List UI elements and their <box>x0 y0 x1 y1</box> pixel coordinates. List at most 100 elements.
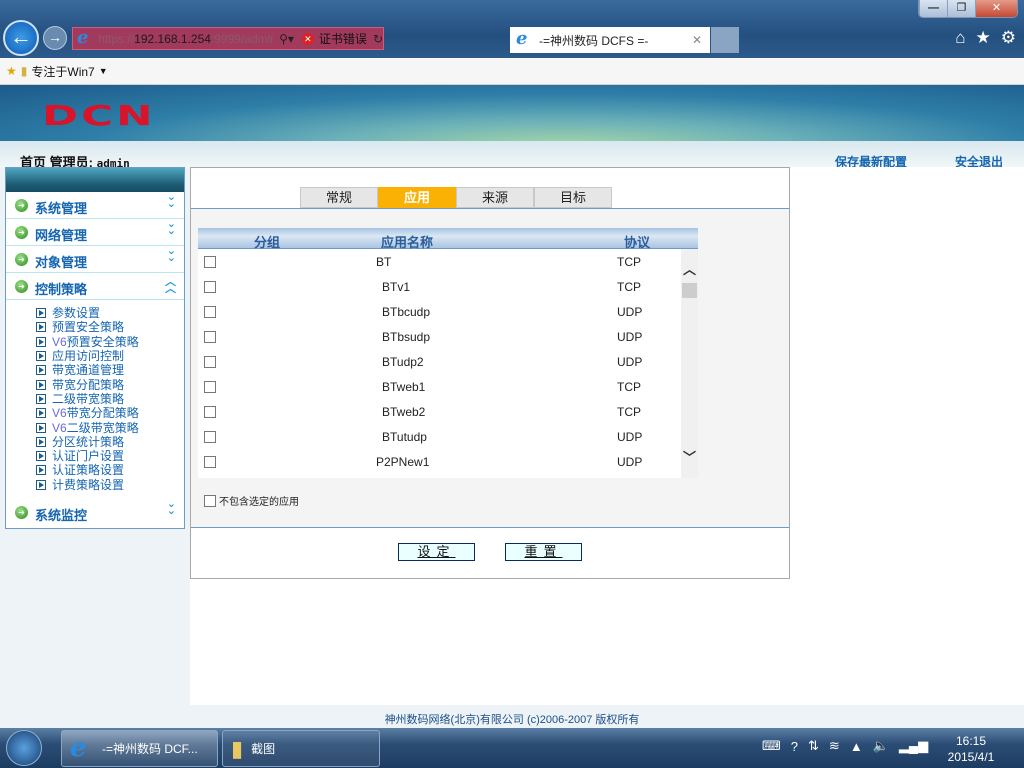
menu-control-policy[interactable]: ➜ 控制策略 ︿ ︿ <box>6 273 184 300</box>
close-tab-icon[interactable]: ✕ <box>692 33 702 47</box>
table-row: BTbcudp UDP <box>198 299 681 324</box>
submenu-item[interactable]: 认证门户设置 <box>36 449 184 463</box>
tab-source[interactable]: 来源 <box>456 187 534 208</box>
submenu-item[interactable]: 认证策略设置 <box>36 463 184 477</box>
sidebar: ➜ 系统管理 ⌄ ⌄ ➜ 网络管理 ⌄ ⌄ ➜ 对象管理 ⌄ ⌄ ➜ 控制策略 ︿ ︿ 参数设置 预置安全… <box>5 167 185 529</box>
tab-application[interactable]: 应用 <box>378 187 456 208</box>
table-row: BTweb2 TCP <box>198 399 681 424</box>
chevron-down-icon[interactable]: ⌄ ⌄ <box>167 246 176 264</box>
app-protocol: TCP <box>617 380 641 394</box>
show-hidden-icon[interactable]: ▲ <box>850 739 863 754</box>
submenu-item[interactable]: V6 二级带宽策略 <box>36 420 184 435</box>
browser-tab[interactable]: e -=神州数码 DCFS =- ✕ <box>510 27 710 53</box>
submenu-item[interactable]: V6 预置安全策略 <box>36 335 184 349</box>
submenu-item[interactable]: V6 带宽分配策略 <box>36 406 184 420</box>
submenu-item[interactable]: 计费策略设置 <box>36 478 184 492</box>
footer-copyright: 神州数码网络(北京)有限公司 (c)2006-2007 版权所有 <box>384 714 640 726</box>
menu-system-monitor[interactable]: ➜ 系统监控 ⌄ ⌄ <box>6 498 184 526</box>
signal-icon[interactable]: ▂▄▆ <box>899 738 928 754</box>
app-name: BTv1 <box>382 280 411 294</box>
play-icon <box>36 451 46 462</box>
table-row: BTudp2 UDP <box>198 349 681 374</box>
favorites-add-icon[interactable]: ★ <box>6 64 17 78</box>
row-checkbox[interactable] <box>204 406 216 418</box>
ie-icon: e <box>70 732 87 763</box>
scroll-up-icon[interactable]: ︿ <box>683 259 696 278</box>
chevron-down-icon[interactable]: ▼ <box>99 66 108 76</box>
submenu-item[interactable]: 带宽分配策略 <box>36 377 184 392</box>
table-row: BTweb1 TCP <box>198 374 681 399</box>
set-button[interactable]: 设定 <box>398 543 475 561</box>
favorites-folder[interactable]: 专注于Win7 <box>31 63 94 80</box>
url-text[interactable]: https://192.168.1.254:9999/admin/show/sy… <box>98 32 273 46</box>
folder-icon: ▮ <box>231 735 244 761</box>
tab-general[interactable]: 常规 <box>300 187 378 208</box>
start-button[interactable] <box>6 730 42 766</box>
chevron-down-icon[interactable]: ⌄ ⌄ <box>167 219 176 237</box>
home-icon[interactable]: ⌂ <box>955 28 965 48</box>
play-icon <box>36 479 46 490</box>
favorites-star-icon[interactable]: ★ <box>976 28 991 48</box>
submenu: 参数设置 预置安全策略 V6 预置安全策略 应用访问控制 带宽通道管理 带宽分配策略 二级带宽… <box>6 300 184 499</box>
network-icon[interactable]: ⇅ <box>808 738 819 754</box>
tab-destination[interactable]: 目标 <box>534 187 612 208</box>
row-checkbox[interactable] <box>204 281 216 293</box>
keyboard-icon[interactable]: ⌨ <box>762 738 781 754</box>
taskbar-ie[interactable]: e -=神州数码 DCF... <box>61 730 218 767</box>
address-bar[interactable]: e https://192.168.1.254:9999/admin/show/… <box>72 27 384 50</box>
app-protocol: UDP <box>617 330 643 344</box>
new-tab-button[interactable] <box>711 27 739 53</box>
menu-network-management[interactable]: ➜ 网络管理 ⌄ ⌄ <box>6 219 184 246</box>
play-icon <box>36 336 46 347</box>
maximize-button[interactable]: ❐ <box>947 0 975 17</box>
forward-button[interactable]: → <box>43 26 67 50</box>
chevron-down-icon[interactable]: ⌄ ⌄ <box>167 498 176 516</box>
row-checkbox[interactable] <box>204 306 216 318</box>
submenu-item[interactable]: 参数设置 <box>36 306 184 320</box>
volume-icon[interactable]: 🔈 <box>873 738 889 754</box>
scroll-down-icon[interactable]: ﹀ <box>683 447 696 466</box>
scrollbar[interactable]: ︿ ﹀ <box>681 249 698 478</box>
scrollbar-thumb[interactable] <box>682 283 697 298</box>
minimize-button[interactable]: — <box>919 0 947 17</box>
gear-icon[interactable]: ⚙ <box>1001 28 1016 48</box>
submenu-item[interactable]: 二级带宽策略 <box>36 392 184 406</box>
app-name: BTudp2 <box>382 355 424 369</box>
play-icon <box>36 379 46 390</box>
submenu-item[interactable]: 带宽通道管理 <box>36 363 184 377</box>
arrow-circle-icon: ➜ <box>15 279 28 293</box>
exclude-checkbox[interactable] <box>204 494 216 507</box>
taskbar-folder[interactable]: ▮ 截图 <box>222 730 380 767</box>
certificate-error[interactable]: ✕ 证书错误 <box>301 30 367 47</box>
tab-bar: 常规 应用 来源 目标 <box>300 187 612 208</box>
submenu-item[interactable]: 分区统计策略 <box>36 435 184 449</box>
search-icon[interactable]: ⚲▾ <box>279 32 294 46</box>
favorites-bar: ★ ▮ 专注于Win7 ▼ <box>0 58 1024 85</box>
browser-tools: ⌂ ★ ⚙ <box>955 28 1016 48</box>
app-name: BT <box>376 255 392 269</box>
menu-object-management[interactable]: ➜ 对象管理 ⌄ ⌄ <box>6 246 184 273</box>
row-checkbox[interactable] <box>204 256 216 268</box>
chevron-up-icon[interactable]: ︿ ︿ <box>165 277 176 295</box>
play-icon <box>36 351 46 362</box>
refresh-icon[interactable]: ↻ <box>373 32 383 46</box>
table-row: BT TCP <box>198 249 681 274</box>
folder-icon: ▮ <box>20 64 28 78</box>
row-checkbox[interactable] <box>204 381 216 393</box>
exclude-option: 不包含选定的应用 <box>204 493 299 508</box>
menu-system-management[interactable]: ➜ 系统管理 ⌄ ⌄ <box>6 192 184 219</box>
back-button[interactable]: ← <box>3 20 39 56</box>
submenu-item[interactable]: 预置安全策略 <box>36 320 184 334</box>
submenu-item[interactable]: 应用访问控制 <box>36 349 184 363</box>
row-checkbox[interactable] <box>204 331 216 343</box>
wifi-icon[interactable]: ≋ <box>829 738 840 754</box>
clock[interactable]: 16:15 2015/4/1 <box>940 733 1002 765</box>
help-icon[interactable]: ? <box>791 739 798 754</box>
row-checkbox[interactable] <box>204 456 216 468</box>
app-protocol: TCP <box>617 280 641 294</box>
chevron-down-icon[interactable]: ⌄ ⌄ <box>167 192 176 210</box>
row-checkbox[interactable] <box>204 431 216 443</box>
close-window-button[interactable]: ✕ <box>975 0 1017 17</box>
reset-button[interactable]: 重置 <box>505 543 582 561</box>
row-checkbox[interactable] <box>204 356 216 368</box>
